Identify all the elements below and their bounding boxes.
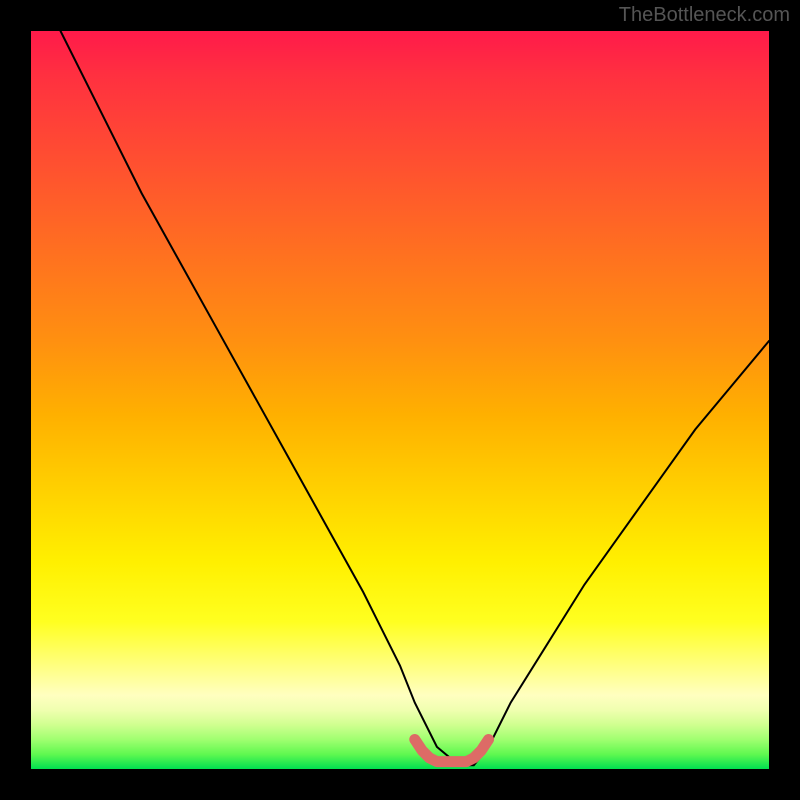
optimal-marker-path: [415, 739, 489, 761]
bottleneck-chart: [31, 31, 769, 769]
plot-area: [31, 31, 769, 769]
bottleneck-curve-path: [61, 31, 769, 765]
watermark-text: TheBottleneck.com: [619, 4, 790, 27]
